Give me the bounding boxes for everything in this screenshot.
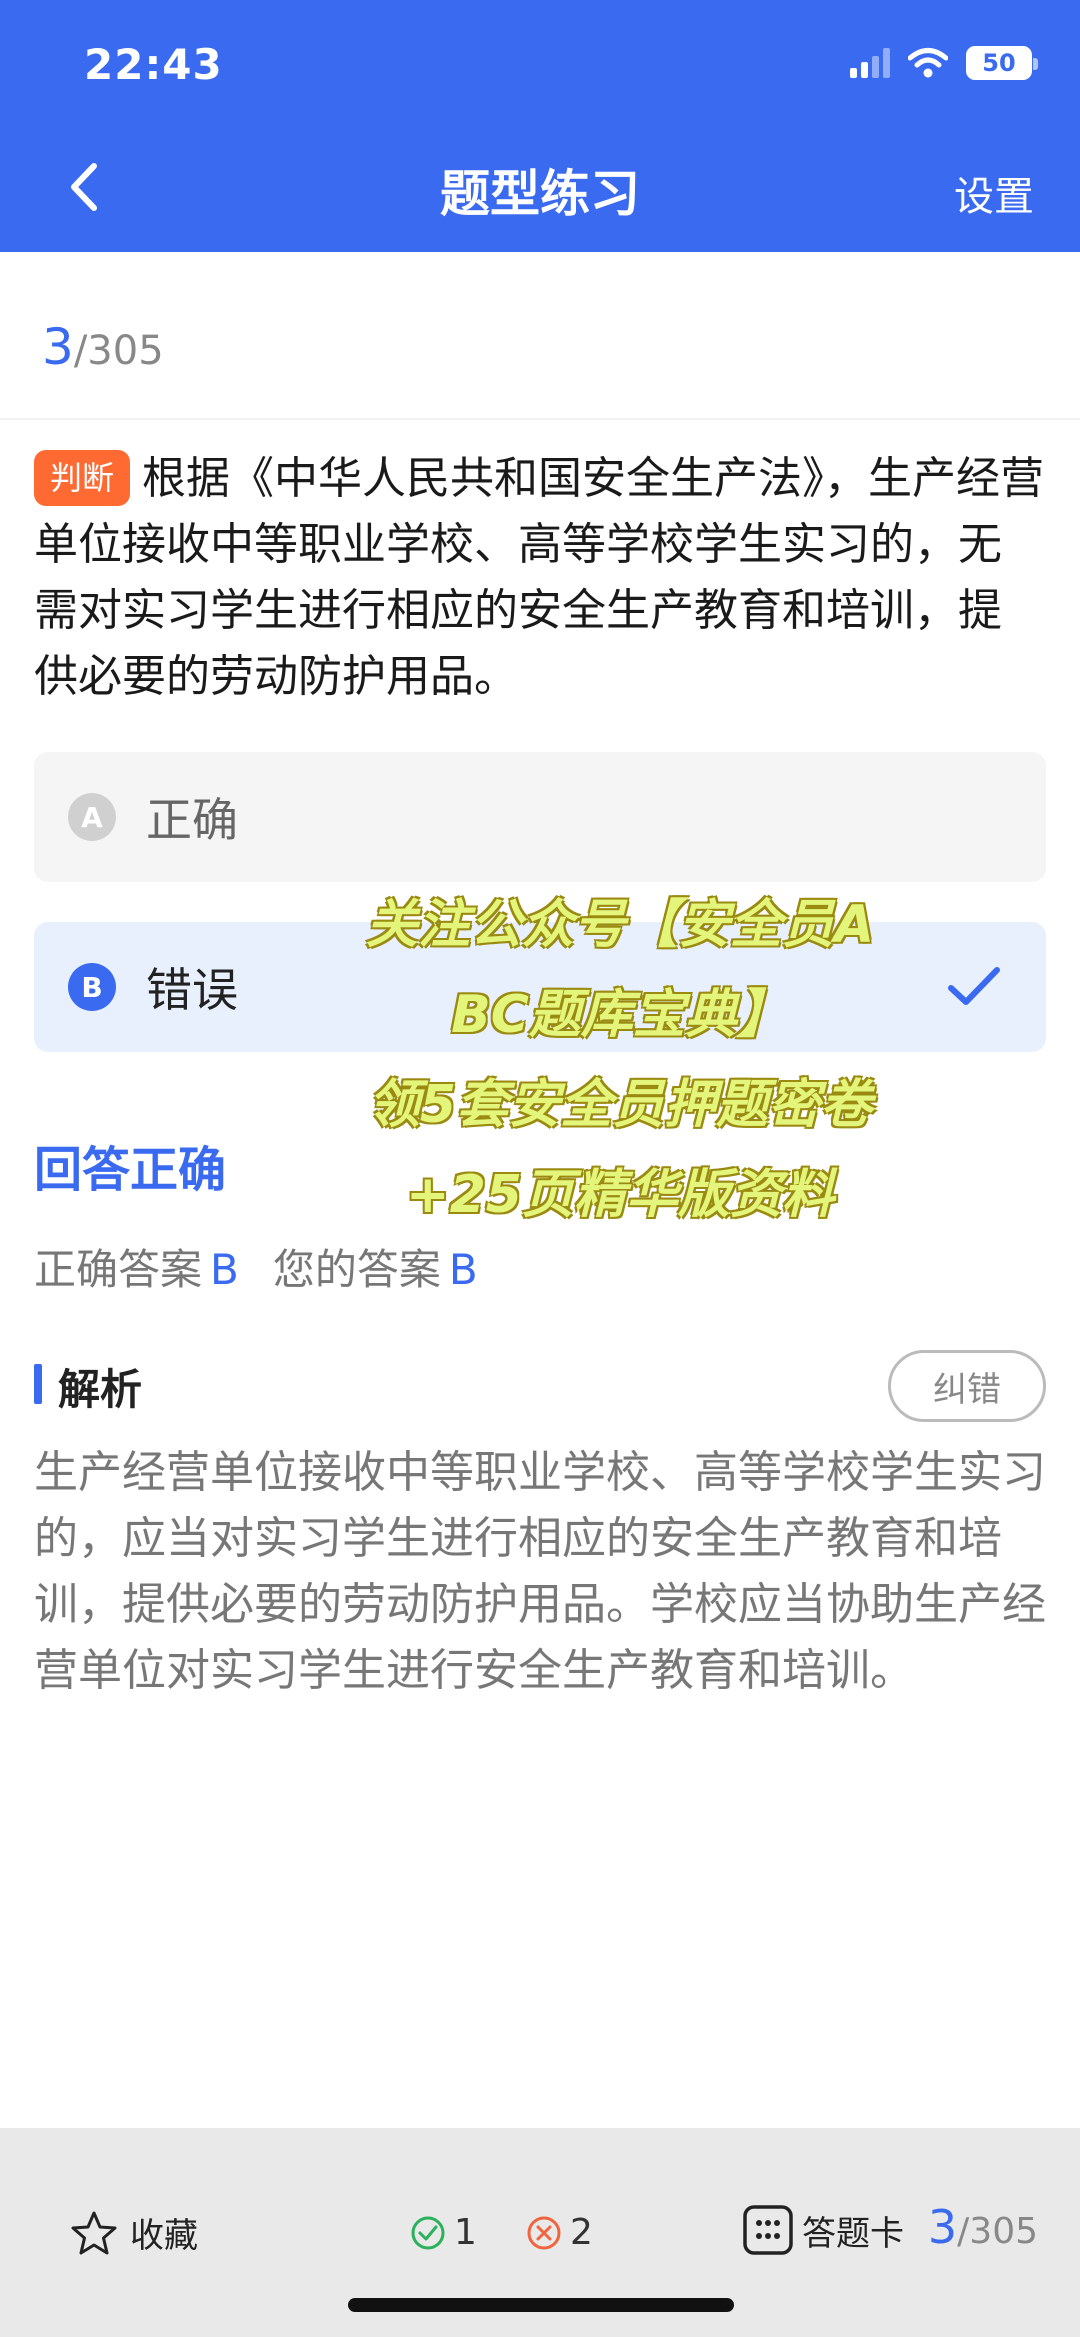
wifi-icon — [908, 48, 948, 78]
app-header: 22:43 50 题型练习 设置 — [0, 0, 1080, 252]
cellular-signal-icon — [850, 48, 890, 78]
wrong-count: 2 — [526, 2212, 593, 2253]
watermark-line: +25页精华版资料 — [406, 1165, 834, 1225]
question-text: 根据《中华人民共和国安全生产法》，生产经营单位接收中等职业学校、高等学校学生实习… — [34, 453, 1045, 702]
bottom-progress-current: 3 — [927, 2200, 958, 2254]
question-type-tag: 判断 — [34, 450, 131, 506]
option-a-letter: A — [68, 793, 116, 841]
bottom-progress: 3/305 — [928, 2200, 1038, 2254]
favorite-button[interactable]: 收藏 — [70, 2208, 198, 2257]
watermark-line: 关注公众号【安全员A — [365, 895, 875, 955]
option-b-text: 错误 — [146, 963, 238, 1017]
promo-watermark: 关注公众号【安全员A BC题库宝典】 领5套安全员押题密卷 +25页精华版资料 — [300, 880, 940, 1240]
watermark-line: 领5套安全员押题密卷 — [367, 1075, 873, 1135]
analysis-title: 解析 — [58, 1365, 143, 1414]
your-answer-label: 您的答案 — [272, 1245, 441, 1294]
report-error-button[interactable]: 纠错 — [888, 1350, 1046, 1422]
progress-current: 3 — [42, 318, 74, 376]
question-stem: 判断 根据《中华人民共和国安全生产法》，生产经营单位接收中等职业学校、高等学校学生… — [34, 446, 1044, 710]
home-indicator — [348, 2298, 734, 2312]
check-icon — [948, 967, 1000, 1005]
status-icons: 50 — [850, 46, 1038, 80]
settings-button[interactable]: 设置 — [954, 164, 1034, 222]
status-time: 22:43 — [84, 40, 223, 89]
correct-count-value: 1 — [454, 2212, 477, 2253]
answer-summary: 正确答案 B 您的答案 B — [34, 1236, 478, 1297]
progress-total: /305 — [73, 328, 164, 374]
favorite-label: 收藏 — [130, 2216, 198, 2256]
answer-card-button[interactable]: 答题卡 — [742, 2204, 904, 2256]
grid-icon — [743, 2205, 793, 2255]
wrong-count-value: 2 — [570, 2212, 593, 2253]
option-a-text: 正确 — [146, 793, 238, 847]
question-progress: 3/305 — [42, 318, 164, 376]
correct-circle-icon — [411, 2216, 445, 2249]
answer-card-label: 答题卡 — [802, 2213, 904, 2254]
wrong-circle-icon — [527, 2216, 561, 2249]
bottom-progress-total: /305 — [957, 2211, 1038, 2252]
correct-count: 1 — [410, 2212, 477, 2253]
your-answer-value: B — [448, 1245, 478, 1294]
correct-answer-label: 正确答案 — [34, 1245, 203, 1294]
option-b-letter: B — [68, 963, 116, 1011]
page-title: 题型练习 — [440, 165, 640, 223]
analysis-accent-bar — [34, 1364, 42, 1404]
option-a[interactable]: A 正确 — [34, 752, 1046, 882]
correct-answer-value: B — [210, 1245, 239, 1294]
analysis-text: 生产经营单位接收中等职业学校、高等学校学生实习的，应当对实习学生进行相应的安全生… — [34, 1447, 1046, 1696]
answer-result: 回答正确 — [34, 1142, 227, 1198]
star-icon — [71, 2211, 117, 2254]
divider — [0, 418, 1080, 420]
battery-icon: 50 — [966, 46, 1038, 80]
watermark-line: BC题库宝典】 — [451, 985, 789, 1045]
